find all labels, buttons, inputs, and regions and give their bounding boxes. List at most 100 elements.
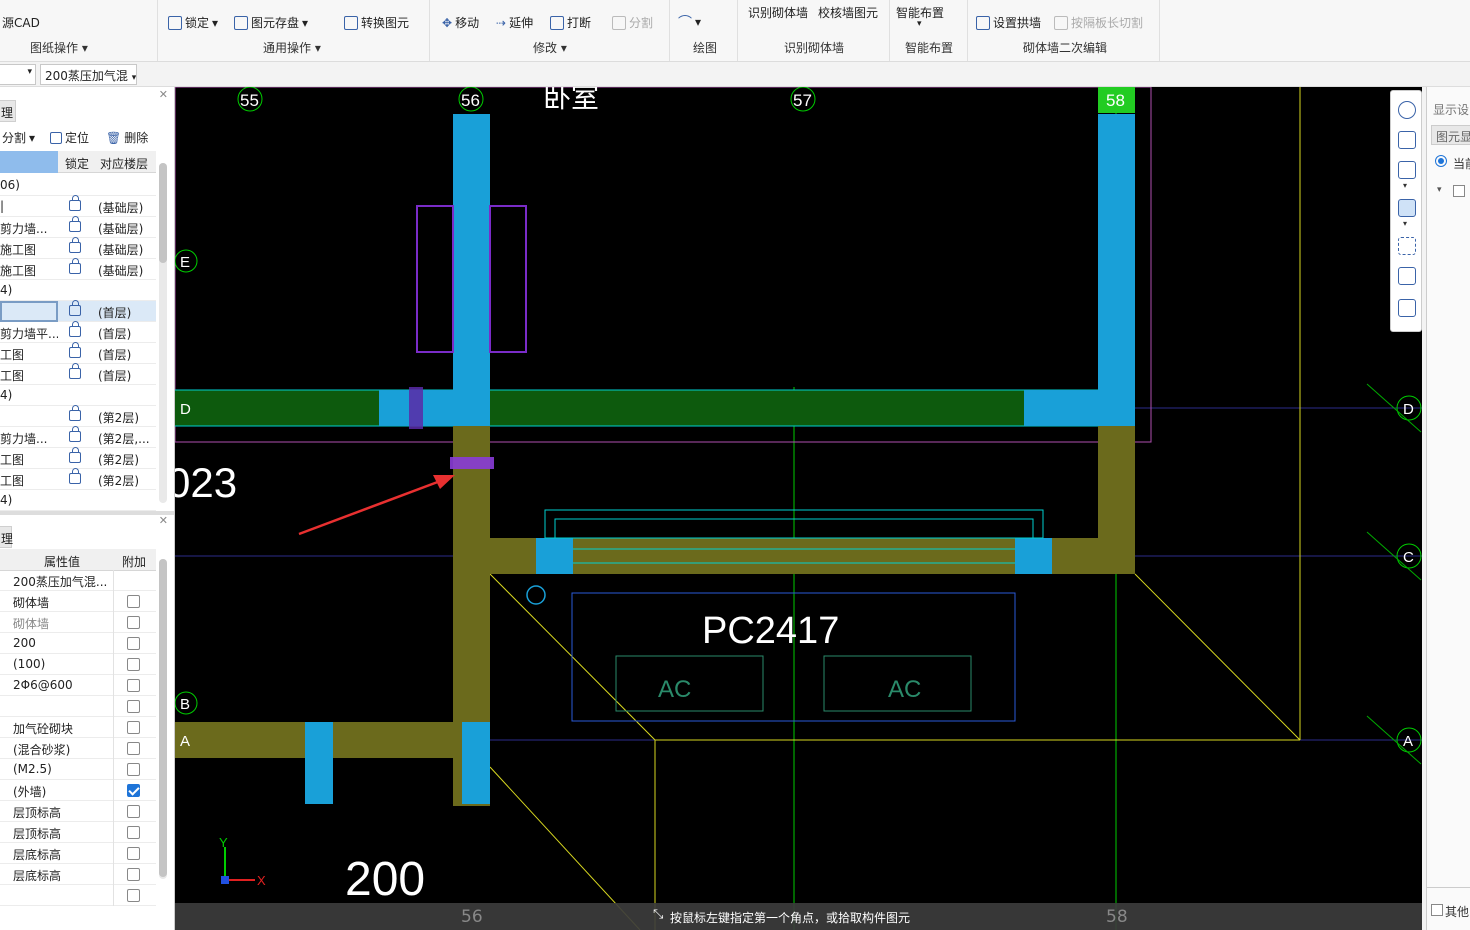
- property-value[interactable]: 层顶标高: [13, 804, 113, 821]
- lock-icon[interactable]: [69, 363, 81, 379]
- table-row[interactable]: 4): [0, 490, 156, 511]
- property-row[interactable]: [0, 885, 156, 906]
- lock-icon[interactable]: [69, 447, 81, 463]
- component-name-combo[interactable]: 200蒸压加气混 ▾: [40, 64, 137, 85]
- lock-icon[interactable]: [69, 321, 81, 337]
- property-row[interactable]: (混合砂浆): [0, 738, 156, 759]
- property-value[interactable]: (100): [13, 657, 113, 671]
- extend-button[interactable]: ⇢ 延伸: [496, 14, 533, 31]
- masonry-wall[interactable]: [1098, 426, 1135, 574]
- lock-icon[interactable]: [69, 195, 81, 211]
- cad-source-button[interactable]: 源CAD: [2, 14, 40, 31]
- chevron-down-icon[interactable]: ▾: [1437, 185, 1442, 195]
- property-row[interactable]: 200蒸压加气混...: [0, 570, 156, 591]
- selected-element[interactable]: [450, 457, 494, 469]
- property-value[interactable]: (外墙): [13, 783, 113, 800]
- cad-drawing[interactable]: 55 56 57 58 E D D C B A A 卧室 PC2417 AC A…: [175, 87, 1422, 930]
- property-value[interactable]: 200蒸压加气混...: [13, 573, 113, 590]
- extra-checkbox[interactable]: [127, 868, 140, 881]
- arc-draw-button[interactable]: ⌒ ▾: [678, 12, 701, 32]
- check-wall-element-button[interactable]: 校核墙图元: [818, 4, 878, 21]
- other-checkbox[interactable]: [1431, 904, 1443, 916]
- property-value[interactable]: (M2.5): [13, 762, 113, 776]
- chevron-down-icon[interactable]: ▾: [1403, 181, 1407, 190]
- property-row[interactable]: (外墙): [0, 780, 156, 801]
- close-icon[interactable]: ✕: [159, 88, 168, 101]
- property-row[interactable]: 层顶标高: [0, 801, 156, 822]
- element-view-icon[interactable]: [1398, 267, 1416, 285]
- current-floor-radio[interactable]: [1435, 155, 1447, 167]
- lock-icon[interactable]: [69, 426, 81, 442]
- table-row[interactable]: 施工图 (基础层): [0, 258, 156, 280]
- property-scrollbar[interactable]: [159, 559, 167, 879]
- table-row[interactable]: 06): [0, 175, 156, 196]
- table-row[interactable]: 剪力墙... (基础层): [0, 216, 156, 238]
- property-row[interactable]: 层顶标高: [0, 822, 156, 843]
- shaded-view-icon[interactable]: [1398, 199, 1416, 217]
- selected-element[interactable]: [409, 387, 423, 429]
- extra-checkbox[interactable]: [127, 889, 140, 902]
- shear-wall-segment[interactable]: [1024, 390, 1135, 426]
- split-button[interactable]: 分割: [612, 14, 653, 31]
- element-display-tab[interactable]: 图元显: [1431, 125, 1470, 145]
- column[interactable]: [462, 722, 490, 804]
- lock-icon[interactable]: [69, 342, 81, 358]
- tree-checkbox[interactable]: [1453, 185, 1465, 197]
- lock-icon[interactable]: [69, 258, 81, 274]
- property-value[interactable]: 层底标高: [13, 846, 113, 863]
- property-value[interactable]: 层顶标高: [13, 825, 113, 842]
- save-element-button[interactable]: 图元存盘 ▾: [234, 14, 308, 31]
- extra-checkbox[interactable]: [127, 847, 140, 860]
- name-cell-editor[interactable]: [0, 301, 58, 322]
- dynamic-observe-icon[interactable]: [1398, 101, 1416, 119]
- move-button[interactable]: ✥ 移动: [442, 14, 479, 31]
- extra-checkbox[interactable]: [127, 637, 140, 650]
- lock-icon[interactable]: [69, 468, 81, 484]
- table-row[interactable]: 工图 (第2层): [0, 447, 156, 469]
- table-row[interactable]: 4): [0, 385, 156, 406]
- property-row[interactable]: 加气砼砌块: [0, 717, 156, 738]
- table-row[interactable]: 剪力墙... (第2层,...: [0, 426, 156, 448]
- property-row[interactable]: 砌体墙: [0, 612, 156, 633]
- table-row[interactable]: (首层): [0, 300, 156, 322]
- property-row[interactable]: 2Φ6@600: [0, 675, 156, 696]
- property-value[interactable]: 2Φ6@600: [13, 678, 113, 692]
- shear-wall-segment[interactable]: [379, 390, 490, 426]
- extra-checkbox[interactable]: [127, 595, 140, 608]
- extra-checkbox[interactable]: [127, 721, 140, 734]
- property-row[interactable]: 层底标高: [0, 864, 156, 885]
- drawing-management-tab[interactable]: 理: [0, 100, 16, 122]
- lock-icon[interactable]: [69, 300, 81, 316]
- break-button[interactable]: 打断: [550, 14, 591, 31]
- lock-icon[interactable]: [69, 405, 81, 421]
- panel-divider[interactable]: [0, 511, 174, 515]
- lock-button[interactable]: 锁定 ▾: [168, 14, 218, 31]
- 3d-view-icon[interactable]: [1398, 131, 1416, 149]
- column[interactable]: [536, 538, 573, 574]
- property-value[interactable]: 200: [13, 636, 113, 650]
- table-row[interactable]: 剪力墙平... (首层): [0, 321, 156, 343]
- property-value[interactable]: 砌体墙: [13, 594, 113, 611]
- extra-checkbox[interactable]: [127, 784, 140, 797]
- property-row[interactable]: (M2.5): [0, 759, 156, 780]
- extra-checkbox[interactable]: [127, 616, 140, 629]
- extra-checkbox[interactable]: [127, 826, 140, 839]
- property-value[interactable]: 砌体墙: [13, 615, 113, 632]
- shear-wall-58[interactable]: [1098, 114, 1135, 426]
- layer-scroll-thumb[interactable]: [159, 163, 167, 263]
- table-row[interactable]: 4): [0, 280, 156, 301]
- property-scroll-thumb[interactable]: [159, 559, 167, 877]
- smart-layout-dropdown[interactable]: ▾: [917, 19, 922, 29]
- property-row[interactable]: 层底标高: [0, 843, 156, 864]
- property-row[interactable]: 200: [0, 633, 156, 654]
- table-row[interactable]: (第2层): [0, 405, 156, 427]
- table-row[interactable]: | (基础层): [0, 195, 156, 217]
- cut-by-partition-length-button[interactable]: 按隔板长切割: [1054, 14, 1143, 31]
- table-row[interactable]: 施工图 (基础层): [0, 237, 156, 259]
- extra-checkbox[interactable]: [127, 679, 140, 692]
- wall-segment-green[interactable]: [175, 390, 1135, 426]
- property-value[interactable]: (混合砂浆): [13, 741, 113, 758]
- drawing-canvas[interactable]: 55 56 57 58 E D D C B A A 卧室 PC2417 AC A…: [175, 87, 1422, 930]
- property-value[interactable]: 加气砼砌块: [13, 720, 113, 737]
- view-cube-icon[interactable]: [1398, 161, 1416, 179]
